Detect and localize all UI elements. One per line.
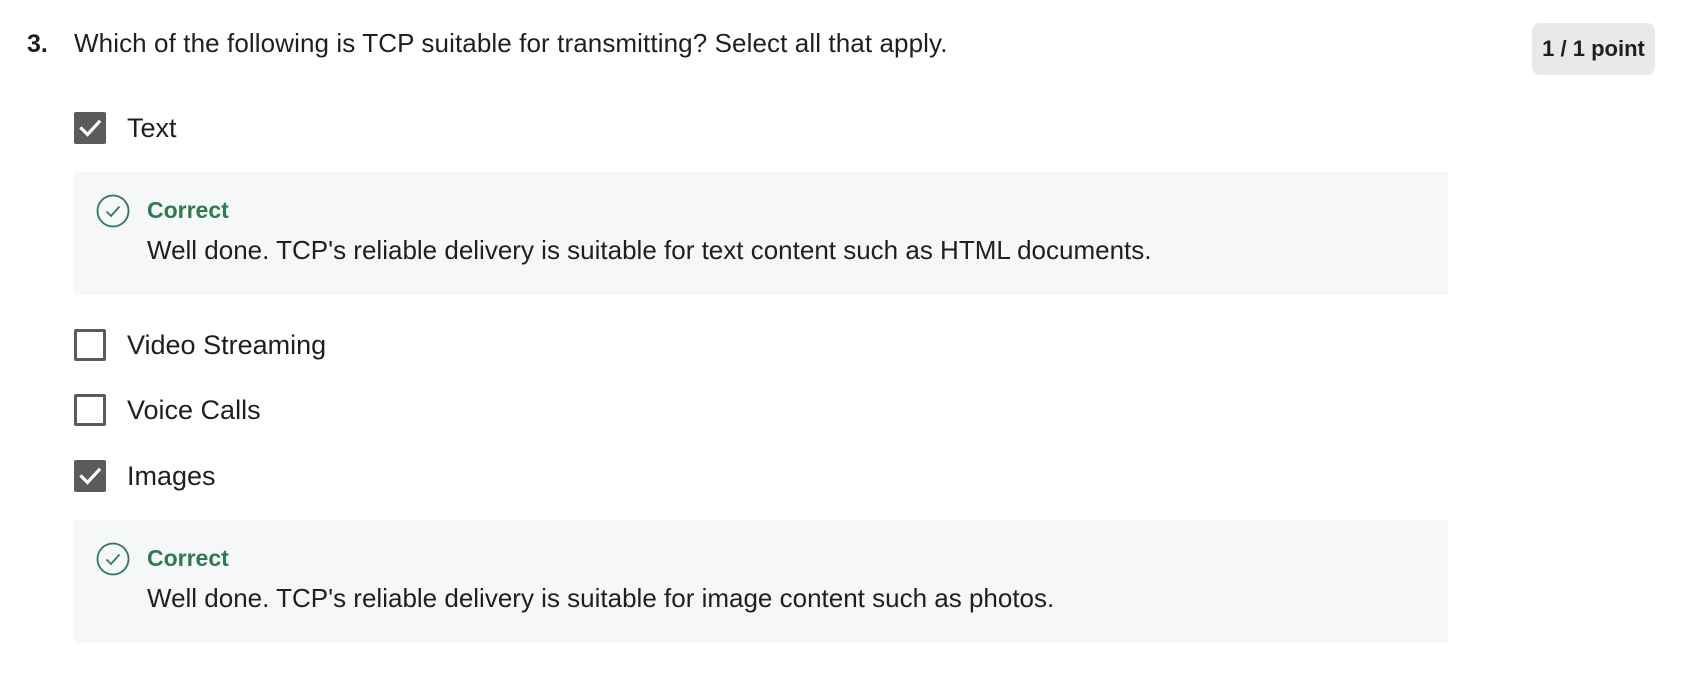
check-icon (79, 119, 102, 137)
feedback-message: Well done. TCP's reliable delivery is su… (147, 235, 1152, 265)
check-icon (79, 467, 102, 485)
points-badge: 1 / 1 point (1532, 23, 1655, 75)
question-number: 3. (27, 30, 48, 58)
option-label: Video Streaming (127, 329, 327, 360)
question-header: 3. Which of the following is TCP suitabl… (27, 28, 948, 59)
checkbox-unchecked[interactable] (74, 394, 106, 426)
feedback-message: Well done. TCP's reliable delivery is su… (147, 583, 1055, 613)
feedback-status: Correct (147, 545, 229, 571)
option-text[interactable]: Text (74, 111, 177, 145)
option-voice-calls[interactable]: Voice Calls (74, 393, 261, 427)
option-label: Text (127, 112, 177, 143)
feedback-correct: Correct Well done. TCP's reliable delive… (74, 520, 1448, 643)
quiz-question: 3. Which of the following is TCP suitabl… (0, 0, 1696, 676)
question-text: Which of the following is TCP suitable f… (74, 28, 948, 58)
check-circle-icon (96, 542, 130, 576)
feedback-correct: Correct Well done. TCP's reliable delive… (74, 172, 1448, 295)
check-circle-icon (96, 194, 130, 228)
option-label: Voice Calls (127, 394, 261, 425)
option-label: Images (127, 460, 216, 491)
feedback-status: Correct (147, 197, 229, 223)
checkbox-checked[interactable] (74, 460, 106, 492)
checkbox-checked[interactable] (74, 112, 106, 144)
option-video-streaming[interactable]: Video Streaming (74, 328, 326, 362)
option-images[interactable]: Images (74, 459, 216, 493)
checkbox-unchecked[interactable] (74, 329, 106, 361)
